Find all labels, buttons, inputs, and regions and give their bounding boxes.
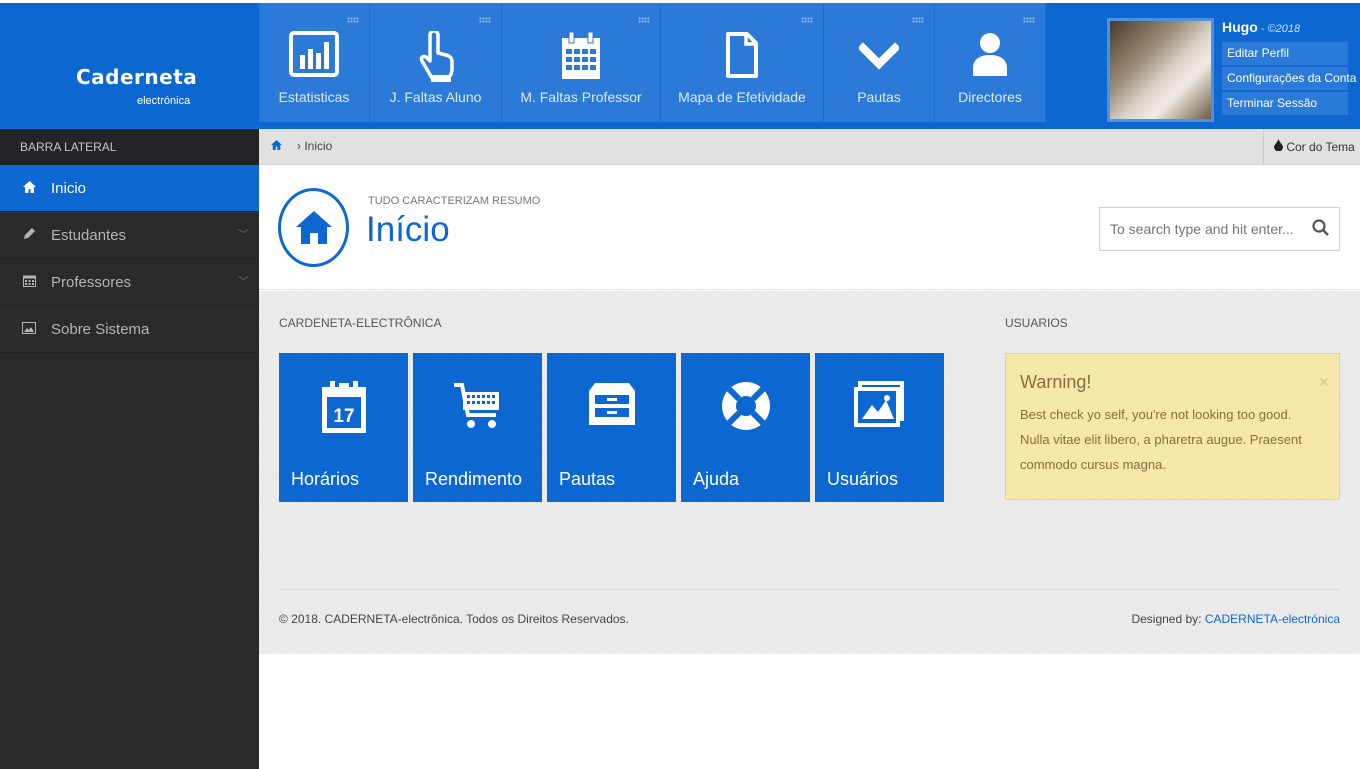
drag-handle-icon[interactable] bbox=[912, 17, 924, 23]
theme-label: Cor do Tema bbox=[1286, 140, 1355, 154]
drag-handle-icon[interactable] bbox=[479, 17, 491, 23]
nav-label: M. Faltas Professor bbox=[520, 89, 642, 105]
brand-name: Caderneta bbox=[76, 65, 198, 89]
designer-link[interactable]: CADERNETA-electrónica bbox=[1205, 612, 1340, 626]
sidebar-item-label: Inicio bbox=[51, 180, 87, 197]
bar-chart-icon bbox=[289, 31, 339, 77]
main-content: CARDENETA-ELECTRÔNICA USUARIOS 17 Horári… bbox=[259, 291, 1360, 654]
brand-logo[interactable]: Caderneta electrónica bbox=[0, 3, 259, 129]
sidebar-item-sobre-sistema[interactable]: Sobre Sistema bbox=[0, 306, 259, 353]
designed-prefix: Designed by: bbox=[1131, 612, 1205, 626]
nav-label: Directores bbox=[958, 89, 1022, 105]
tile-label: Horários bbox=[291, 469, 360, 489]
tile-horarios[interactable]: 17 Horários bbox=[279, 353, 408, 502]
shopping-cart-icon bbox=[453, 383, 499, 428]
page-icon bbox=[278, 188, 349, 267]
sidebar-item-professores[interactable]: Professores ﹀ bbox=[0, 259, 259, 306]
tile-usuarios[interactable]: Usuários bbox=[815, 353, 944, 502]
nav-mapa-efetividade[interactable]: Mapa de Efetividade bbox=[661, 3, 824, 122]
sidebar-item-estudantes[interactable]: Estudantes ﹀ bbox=[0, 212, 259, 259]
user-icon bbox=[973, 33, 1007, 76]
nav-estatisticas[interactable]: Estatisticas bbox=[259, 3, 370, 122]
calendar-icon bbox=[22, 259, 36, 306]
breadcrumb-current[interactable]: › Inicio bbox=[297, 139, 332, 153]
life-ring-icon bbox=[721, 382, 770, 430]
sidebar-heading: BARRA LATERAL bbox=[0, 129, 259, 165]
drag-handle-icon[interactable] bbox=[1023, 17, 1035, 23]
section-title-left: CARDENETA-ELECTRÔNICA bbox=[279, 316, 442, 330]
calendar-17-icon: 17 bbox=[321, 381, 366, 433]
chevron-down-icon: ﹀ bbox=[238, 276, 249, 288]
warning-message: Best check yo self, you're not looking t… bbox=[1020, 407, 1302, 472]
page-title: Início bbox=[366, 210, 450, 249]
file-icon bbox=[726, 32, 758, 78]
nav-faltas-aluno[interactable]: J. Faltas Aluno bbox=[370, 3, 502, 122]
sidebar-item-label: Professores bbox=[51, 274, 132, 291]
tile-label: Usuários bbox=[827, 469, 899, 489]
sidebar-item-label: Sobre Sistema bbox=[51, 321, 150, 338]
page-header: TUDO CARACTERIZAM RESUMO Início bbox=[259, 165, 1360, 290]
tile-ajuda[interactable]: Ajuda bbox=[681, 353, 810, 502]
profile-name: Hugo - ©2018 bbox=[1222, 19, 1300, 35]
home-icon bbox=[295, 211, 332, 244]
profile-year: - ©2018 bbox=[1257, 23, 1301, 35]
footer-copyright: © 2018. CADERNETA-electrônica. Todos os … bbox=[279, 612, 629, 626]
chevron-down-icon: ﹀ bbox=[238, 229, 249, 241]
home-icon[interactable] bbox=[271, 139, 282, 153]
nav-label: J. Faltas Aluno bbox=[389, 89, 482, 105]
drag-handle-icon[interactable] bbox=[347, 17, 359, 23]
image-icon bbox=[22, 306, 36, 353]
search-input[interactable] bbox=[1100, 208, 1300, 250]
tile-grid: 17 Horários Rendimento Pautas Ajuda Usuá… bbox=[279, 353, 949, 502]
pencil-icon bbox=[22, 212, 36, 259]
nav-label: Mapa de Efetividade bbox=[678, 89, 806, 105]
svg-text:17: 17 bbox=[333, 406, 354, 427]
brand-subtitle: electrónica bbox=[137, 95, 191, 107]
tile-rendimento[interactable]: Rendimento bbox=[413, 353, 542, 502]
theme-color-button[interactable]: Cor do Tema bbox=[1263, 129, 1360, 165]
tile-label: Pautas bbox=[559, 469, 616, 489]
logout-link[interactable]: Terminar Sessão bbox=[1222, 92, 1348, 115]
footer-designed-by: Designed by: CADERNETA-electrónica bbox=[1131, 612, 1340, 626]
sidebar-item-label: Estudantes bbox=[51, 227, 127, 244]
avatar[interactable] bbox=[1107, 18, 1214, 122]
breadcrumb-label: Inicio bbox=[304, 139, 333, 153]
calendar-icon bbox=[562, 31, 600, 79]
top-navigation: Estatisticas J. Faltas Aluno M. Faltas P… bbox=[259, 3, 1046, 122]
chevron-down-icon bbox=[859, 42, 899, 70]
page-subtitle: TUDO CARACTERIZAM RESUMO bbox=[368, 195, 541, 207]
home-icon bbox=[22, 165, 36, 212]
nav-faltas-professor[interactable]: M. Faltas Professor bbox=[502, 3, 661, 122]
tile-label: Rendimento bbox=[425, 469, 523, 489]
sidebar-item-inicio[interactable]: Inicio bbox=[0, 165, 259, 212]
footer-divider bbox=[279, 589, 1340, 590]
edit-profile-link[interactable]: Editar Perfil bbox=[1222, 42, 1348, 65]
profile-menu: Editar Perfil Configurações da Conta Ter… bbox=[1222, 42, 1356, 117]
search-box bbox=[1099, 207, 1340, 251]
breadcrumb: › Inicio Cor do Tema bbox=[259, 129, 1360, 165]
section-title-right: USUARIOS bbox=[1005, 316, 1068, 330]
nav-label: Estatisticas bbox=[278, 89, 350, 105]
close-icon[interactable]: × bbox=[1318, 372, 1329, 393]
hand-pointer-icon bbox=[419, 31, 454, 82]
warning-alert: Warning! × Best check yo self, you're no… bbox=[1005, 353, 1340, 500]
account-settings-link[interactable]: Configurações da Conta bbox=[1222, 67, 1356, 90]
top-header: Caderneta electrónica Estatisticas J. Fa… bbox=[0, 0, 1360, 129]
nav-directores[interactable]: Directores bbox=[935, 3, 1046, 122]
tile-pautas[interactable]: Pautas bbox=[547, 353, 676, 502]
drawer-icon bbox=[588, 383, 635, 425]
sidebar: BARRA LATERAL Inicio Estudantes ﹀ Profes… bbox=[0, 129, 259, 769]
nav-label: Pautas bbox=[857, 89, 901, 105]
tile-label: Ajuda bbox=[693, 469, 740, 489]
droplet-icon bbox=[1274, 139, 1283, 154]
warning-title: Warning! bbox=[1020, 372, 1092, 392]
drag-handle-icon[interactable] bbox=[801, 17, 813, 23]
search-icon[interactable] bbox=[1312, 219, 1329, 241]
nav-pautas[interactable]: Pautas bbox=[824, 3, 935, 122]
drag-handle-icon[interactable] bbox=[638, 17, 650, 23]
profile-username: Hugo bbox=[1222, 19, 1258, 35]
picture-icon bbox=[853, 381, 904, 427]
